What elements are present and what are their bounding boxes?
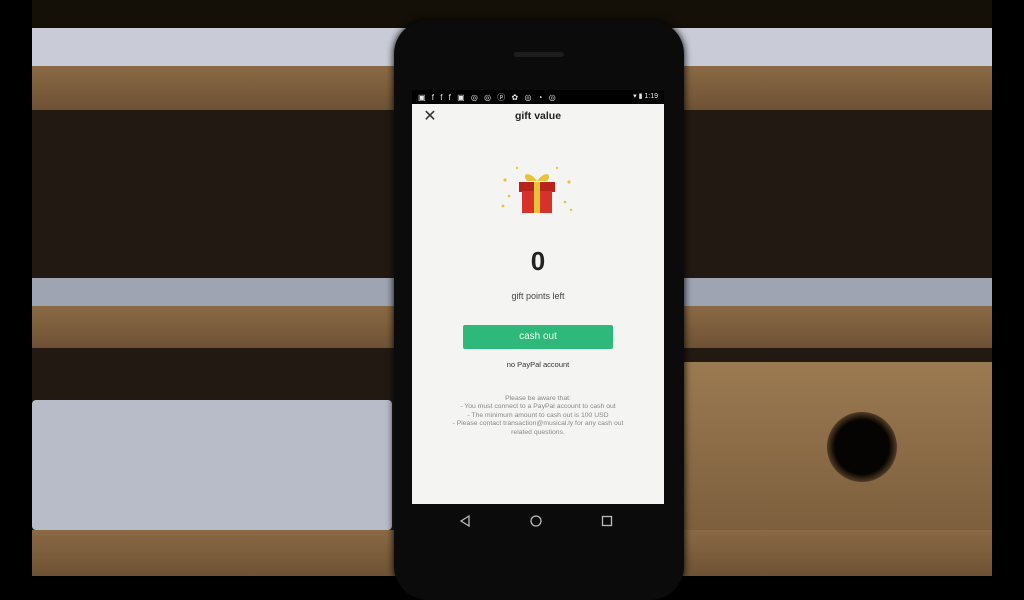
gift-points-label: gift points left xyxy=(511,291,565,301)
cash-out-notes: Please be aware that: - You must connect… xyxy=(424,395,652,437)
notes-line: - Please contact transaction@musical.ly … xyxy=(452,420,624,428)
phone-speaker xyxy=(514,52,564,57)
cash-out-button[interactable]: cash out xyxy=(463,325,613,349)
gift-box-icon xyxy=(501,166,573,213)
gift-points-value: 0 xyxy=(530,246,546,276)
app-screen: ✕ gift value 0 gift points left cash out… xyxy=(412,104,664,504)
clock: 1:19 xyxy=(644,93,658,100)
back-icon[interactable] xyxy=(458,514,472,528)
notes-line: - You must connect to a PayPal account t… xyxy=(460,403,616,411)
paypal-account-status[interactable]: no PayPal account xyxy=(412,360,664,369)
home-icon[interactable] xyxy=(529,514,543,528)
phone: ▣ f f f ▣ ◎ ◎ ⓟ ✿ ◎ ◔ ◎ ▾ ▮ 1:19 ✕ gift … xyxy=(394,20,684,600)
battery-icon: ▮ xyxy=(638,93,643,100)
page-title: gift value xyxy=(514,110,562,122)
notification-icons: ▣ f f f ▣ ◎ ◎ ⓟ ✿ ◎ ◔ ◎ xyxy=(418,93,558,102)
notes-line: Please be aware that: xyxy=(505,395,571,402)
recent-apps-icon[interactable] xyxy=(600,514,614,528)
status-bar: ▣ f f f ▣ ◎ ◎ ⓟ ✿ ◎ ◔ ◎ ▾ ▮ 1:19 xyxy=(412,90,664,104)
notes-line: related questions. xyxy=(511,428,565,436)
status-right: ▾ ▮ 1:19 xyxy=(633,92,658,100)
wifi-icon: ▾ xyxy=(633,93,637,100)
paper-pile xyxy=(32,400,392,530)
notes-line: - The minimum amount to cash out is 100 … xyxy=(467,411,609,419)
drawer-hole xyxy=(827,412,897,482)
android-nav-bar xyxy=(412,504,664,540)
